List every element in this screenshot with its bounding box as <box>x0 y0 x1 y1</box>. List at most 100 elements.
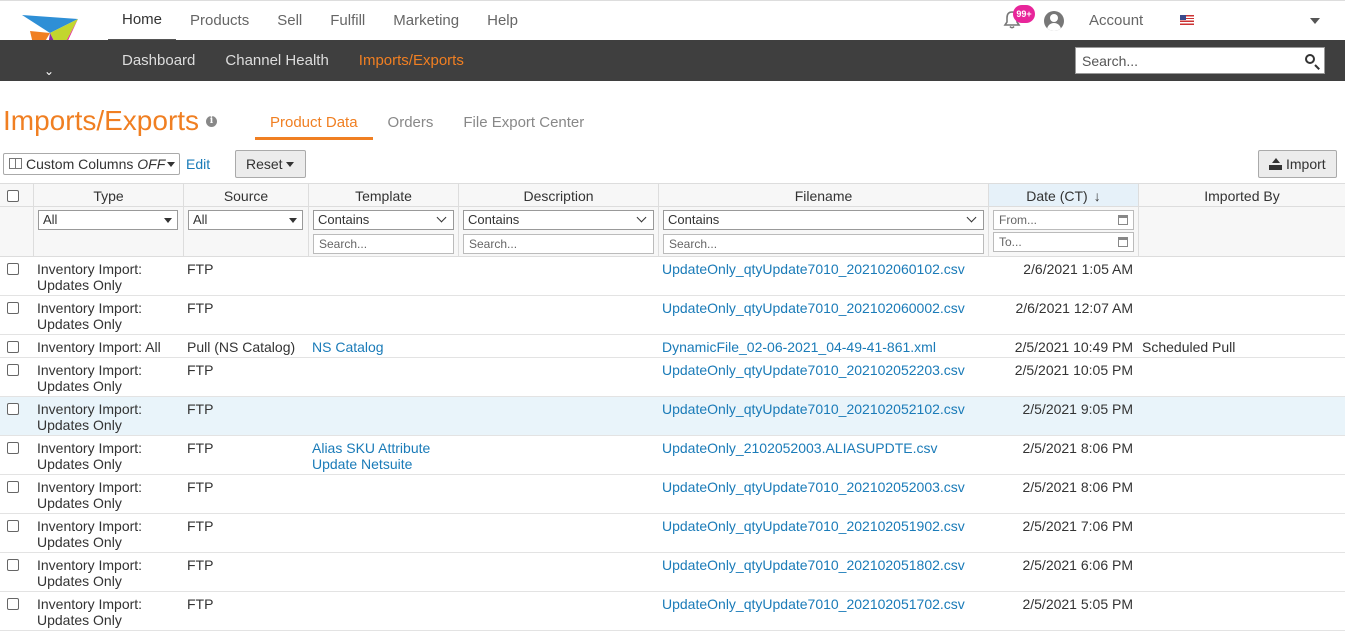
nav-marketing[interactable]: Marketing <box>379 1 473 41</box>
nav-products[interactable]: Products <box>176 1 263 41</box>
row-checkbox[interactable] <box>7 341 19 353</box>
cell-date: 2/6/2021 12:07 AM <box>1015 300 1133 316</box>
reset-button[interactable]: Reset <box>235 150 306 178</box>
table-row[interactable]: Inventory Import: Updates Only FTP UpdateOn… <box>0 358 1345 397</box>
filter-filename-operator[interactable]: Contains <box>663 210 984 230</box>
custom-columns-state: OFF <box>137 156 166 172</box>
row-checkbox[interactable] <box>7 403 19 415</box>
calendar-icon[interactable] <box>1118 215 1128 225</box>
subnav-dashboard[interactable]: Dashboard <box>107 40 210 81</box>
sub-nav: Dashboard Channel Health Imports/Exports <box>0 40 1345 81</box>
row-checkbox[interactable] <box>7 520 19 532</box>
row-checkbox[interactable] <box>7 263 19 275</box>
row-checkbox[interactable] <box>7 559 19 571</box>
filter-imported-by-cell <box>1138 207 1345 257</box>
filter-template-operator[interactable]: Contains <box>313 210 454 230</box>
cell-filename[interactable]: DynamicFile_02-06-2021_04-49-41-861.xml <box>662 339 982 355</box>
cell-date: 2/5/2021 10:49 PM <box>1014 339 1133 355</box>
row-checkbox[interactable] <box>7 302 19 314</box>
filter-source-select[interactable]: All <box>188 210 303 230</box>
chevron-down-icon[interactable] <box>1310 18 1320 24</box>
header-date[interactable]: Date (CT) ↓ <box>988 183 1138 207</box>
cell-filename[interactable]: UpdateOnly_qtyUpdate7010_202102060102.cs… <box>662 261 982 277</box>
cell-source: FTP <box>187 479 214 495</box>
cell-type-line: Inventory Import: <box>37 557 143 573</box>
cell-filename[interactable]: UpdateOnly_qtyUpdate7010_202102051702.cs… <box>662 596 982 612</box>
cell-template-line[interactable]: Update Netsuite <box>312 456 452 472</box>
edit-columns-link[interactable]: Edit <box>186 156 210 172</box>
filter-type-cell: All <box>33 207 183 257</box>
cell-filename[interactable]: UpdateOnly_qtyUpdate7010_202102060002.cs… <box>662 300 982 316</box>
filter-type-select[interactable]: All <box>38 210 178 230</box>
user-icon[interactable] <box>1044 11 1064 31</box>
table-row[interactable]: Inventory Import: Updates Only FTP Alias SK… <box>0 436 1345 475</box>
nav-fulfill[interactable]: Fulfill <box>316 1 379 41</box>
tab-file-export-center[interactable]: File Export Center <box>448 105 599 140</box>
table-row[interactable]: Inventory Import: Updates Only FTP UpdateOn… <box>0 592 1345 631</box>
logo-chevron-down-icon[interactable]: ⌄ <box>44 64 54 78</box>
filter-date-from-value: From... <box>999 213 1037 227</box>
tab-product-data[interactable]: Product Data <box>255 105 373 140</box>
filter-filename-search[interactable]: Search... <box>663 234 984 254</box>
cell-filename[interactable]: UpdateOnly_qtyUpdate7010_202102052102.cs… <box>662 401 982 417</box>
account-menu[interactable]: Account <box>1089 1 1143 41</box>
subnav-channel-health[interactable]: Channel Health <box>210 40 343 81</box>
cell-filename[interactable]: UpdateOnly_qtyUpdate7010_202102052203.cs… <box>662 362 982 378</box>
filter-date-to[interactable]: To... <box>993 232 1134 252</box>
row-checkbox[interactable] <box>7 481 19 493</box>
select-all-checkbox[interactable] <box>7 190 19 202</box>
header-imported-by[interactable]: Imported By <box>1138 183 1345 207</box>
search-icon[interactable] <box>1305 54 1315 64</box>
import-button[interactable]: Import <box>1258 150 1337 178</box>
cell-type-line: Updates Only <box>37 456 122 472</box>
table-row[interactable]: Inventory Import: Updates Only FTP UpdateOn… <box>0 397 1345 436</box>
row-checkbox[interactable] <box>7 364 19 376</box>
cell-type-line: Updates Only <box>37 316 122 332</box>
filter-description-search[interactable]: Search... <box>463 234 654 254</box>
upload-icon <box>1269 158 1282 170</box>
reset-label: Reset <box>246 156 283 172</box>
cell-type: Inventory Import: All <box>37 339 177 355</box>
table-row[interactable]: Inventory Import: Updates Only FTP UpdateOn… <box>0 475 1345 514</box>
notification-badge: 99+ <box>1013 5 1035 23</box>
table-row[interactable]: Inventory Import: All Pull (NS Catalog) NS… <box>0 335 1345 358</box>
filter-source-cell: All <box>183 207 308 257</box>
cell-filename[interactable]: UpdateOnly_qtyUpdate7010_202102051802.cs… <box>662 557 982 573</box>
filter-description-operator[interactable]: Contains <box>463 210 654 230</box>
cell-type: Inventory Import: Updates Only <box>37 362 177 394</box>
row-checkbox[interactable] <box>7 598 19 610</box>
table-row[interactable]: Inventory Import: Updates Only FTP UpdateOn… <box>0 296 1345 335</box>
custom-columns-dropdown[interactable]: Custom Columns OFF <box>3 153 180 175</box>
cell-filename[interactable]: UpdateOnly_qtyUpdate7010_202102051902.cs… <box>662 518 982 534</box>
chevron-down-icon <box>966 212 977 223</box>
header-source[interactable]: Source <box>183 183 308 207</box>
nav-help[interactable]: Help <box>473 1 532 41</box>
table-row[interactable]: Inventory Import: Updates Only FTP UpdateOn… <box>0 553 1345 592</box>
header-description[interactable]: Description <box>458 183 658 207</box>
header-type[interactable]: Type <box>33 183 183 207</box>
cell-type-line: Inventory Import: <box>37 401 143 417</box>
filter-date-from[interactable]: From... <box>993 210 1134 230</box>
us-flag-icon[interactable] <box>1180 15 1194 25</box>
cell-source: FTP <box>187 440 214 456</box>
info-icon[interactable]: i <box>206 116 217 127</box>
filter-template-search[interactable]: Search... <box>313 234 454 254</box>
global-search-input[interactable] <box>1075 47 1325 74</box>
cell-filename[interactable]: UpdateOnly_qtyUpdate7010_202102052003.cs… <box>662 479 982 495</box>
header-filename[interactable]: Filename <box>658 183 988 207</box>
subnav-imports-exports[interactable]: Imports/Exports <box>344 40 479 81</box>
cell-filename[interactable]: UpdateOnly_2102052003.ALIASUPDTE.csv <box>662 440 982 456</box>
chevron-down-icon <box>636 212 647 223</box>
table-row[interactable]: Inventory Import: Updates Only FTP UpdateOn… <box>0 257 1345 296</box>
calendar-icon[interactable] <box>1118 237 1128 247</box>
nav-home[interactable]: Home <box>108 1 177 41</box>
tab-orders[interactable]: Orders <box>373 105 449 140</box>
cell-template-line[interactable]: Alias SKU Attribute <box>312 440 452 456</box>
nav-sell[interactable]: Sell <box>263 1 316 41</box>
table-row[interactable]: Inventory Import: Updates Only FTP UpdateOn… <box>0 514 1345 553</box>
row-checkbox[interactable] <box>7 442 19 454</box>
header-template[interactable]: Template <box>308 183 458 207</box>
cell-template-line[interactable]: NS Catalog <box>312 339 452 355</box>
cell-date: 2/5/2021 9:05 PM <box>1022 401 1133 417</box>
sort-desc-icon: ↓ <box>1093 188 1101 204</box>
